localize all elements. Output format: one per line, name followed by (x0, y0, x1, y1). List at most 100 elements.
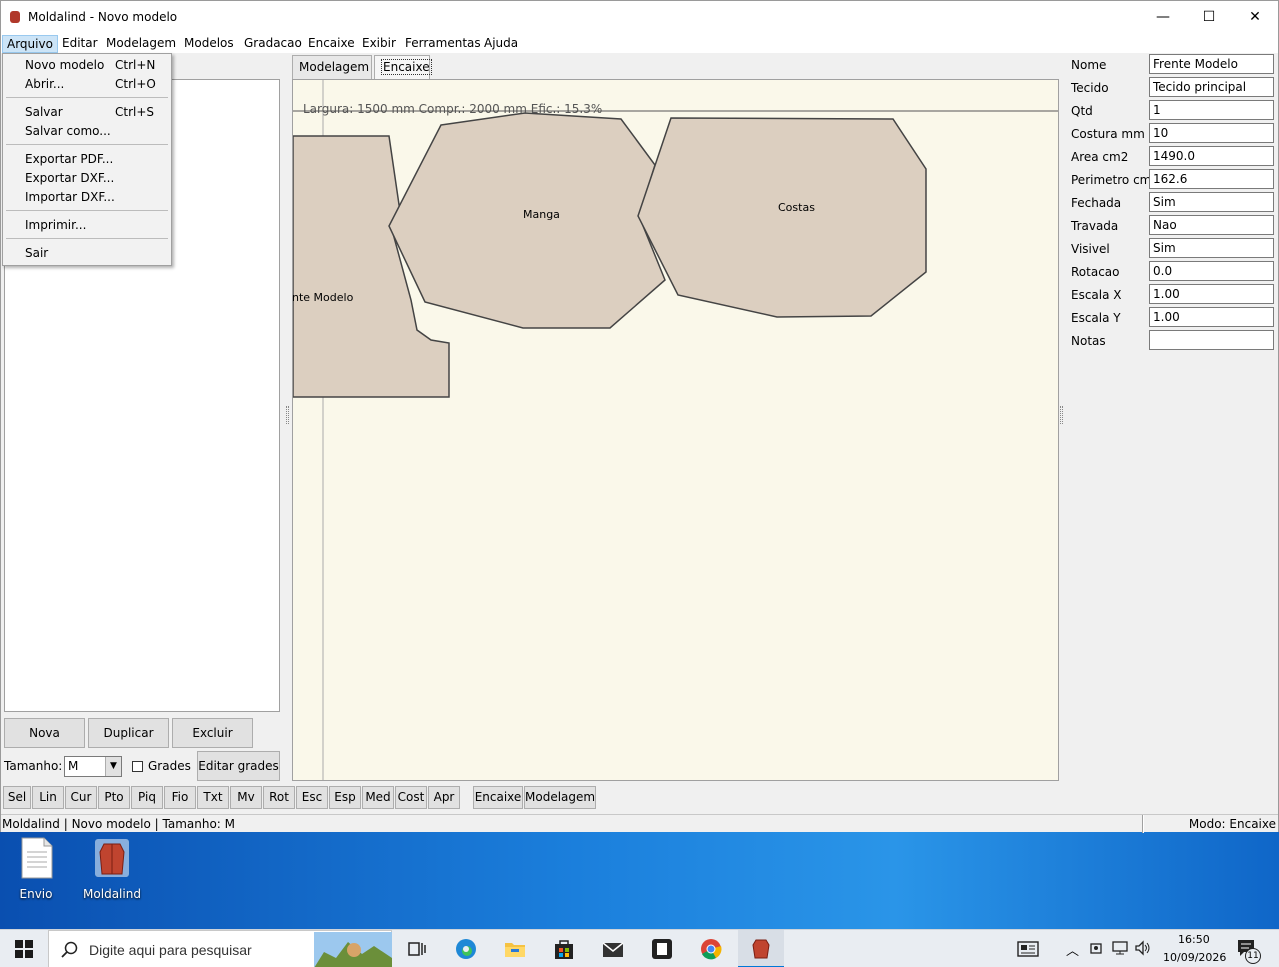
prop-field[interactable] (1149, 330, 1274, 350)
chevron-down-icon[interactable]: ▼ (105, 757, 121, 776)
menu-separator (6, 210, 168, 211)
prop-label: Area cm2 (1071, 150, 1129, 164)
menu-imprimir[interactable]: Imprimir... (3, 216, 171, 235)
nesting-canvas[interactable]: nte Modelo Manga Costas Largura: 1500 mm… (292, 79, 1059, 781)
nova-button[interactable]: Nova (4, 718, 85, 748)
desktop-icon-envio[interactable]: Envio (1, 836, 71, 901)
menu-item-label: Salvar (25, 105, 63, 119)
menu-encaixe[interactable]: Encaixe (304, 35, 359, 53)
minimize-button[interactable]: — (1140, 1, 1186, 33)
tab-encaixe[interactable]: Encaixe (374, 55, 432, 79)
app-square-icon[interactable] (650, 937, 674, 961)
tab-modelagem[interactable]: Modelagem (292, 55, 372, 79)
tool-txt-button[interactable]: Txt (197, 786, 229, 809)
tool-med-button[interactable]: Med (362, 786, 394, 809)
menu-salvar[interactable]: Salvar Ctrl+S (3, 103, 171, 122)
editar-grades-button[interactable]: Editar grades (197, 751, 280, 781)
chrome-icon[interactable] (699, 937, 723, 961)
tool-sel-button[interactable]: Sel (3, 786, 31, 809)
menu-sair[interactable]: Sair (3, 244, 171, 263)
tool-esp-button[interactable]: Esp (329, 786, 361, 809)
tool-modelagem-button[interactable]: Modelagem (524, 786, 596, 809)
meet-now-icon[interactable] (1088, 939, 1106, 957)
prop-field[interactable]: 1.00 (1149, 284, 1274, 304)
mail-icon[interactable] (601, 937, 625, 961)
prop-field[interactable]: Tecido principal (1149, 77, 1274, 97)
prop-field[interactable]: Frente Modelo (1149, 54, 1274, 74)
volume-icon[interactable] (1134, 939, 1152, 957)
clock-time[interactable]: 16:50 (1178, 933, 1210, 946)
desktop-icon-label: Moldalind (83, 887, 141, 901)
title-bar[interactable]: Moldalind - Novo modelo — ☐ ✕ (1, 1, 1278, 33)
menu-exibir[interactable]: Exibir (358, 35, 400, 53)
prop-field[interactable]: 162.6 (1149, 169, 1274, 189)
tool-encaixe-button[interactable]: Encaixe (473, 786, 523, 809)
status-text: Moldalind | Novo modelo | Tamanho: M (2, 817, 236, 831)
menu-abrir[interactable]: Abrir... Ctrl+O (3, 75, 171, 94)
menu-modelagem[interactable]: Modelagem (102, 35, 180, 53)
canvas-drawing: nte Modelo Manga Costas (293, 80, 1058, 780)
right-splitter[interactable] (1060, 406, 1063, 424)
size-select[interactable]: M ▼ (64, 756, 122, 777)
menu-gradacao[interactable]: Gradacao (240, 35, 306, 53)
moldalind-taskbar-icon (752, 939, 770, 959)
search-highlight-image-icon (314, 932, 392, 967)
tool-piq-button[interactable]: Piq (131, 786, 163, 809)
menu-salvar-como[interactable]: Salvar como... (3, 122, 171, 141)
tool-rot-button[interactable]: Rot (263, 786, 295, 809)
close-button[interactable]: ✕ (1232, 1, 1278, 33)
network-icon[interactable] (1111, 939, 1129, 957)
desktop-icon-moldalind[interactable]: Moldalind (77, 836, 147, 901)
left-splitter[interactable] (286, 406, 289, 424)
menu-exportar-dxf[interactable]: Exportar DXF... (3, 169, 171, 188)
prop-field[interactable]: Sim (1149, 192, 1274, 212)
task-view-icon[interactable] (405, 937, 429, 961)
tool-esc-button[interactable]: Esc (296, 786, 328, 809)
menu-item-label: Imprimir... (25, 218, 87, 232)
prop-field[interactable]: 1.00 (1149, 307, 1274, 327)
prop-field[interactable]: 0.0 (1149, 261, 1274, 281)
prop-field[interactable]: 1 (1149, 100, 1274, 120)
tool-pto-button[interactable]: Pto (98, 786, 130, 809)
prop-field[interactable]: 10 (1149, 123, 1274, 143)
chevron-up-icon[interactable]: ︿ (1066, 940, 1079, 959)
piece-costas[interactable] (637, 117, 927, 318)
prop-field[interactable]: 1490.0 (1149, 146, 1274, 166)
news-widget-icon[interactable] (1016, 937, 1040, 961)
tool-cur-button[interactable]: Cur (65, 786, 97, 809)
menu-modelos[interactable]: Modelos (180, 35, 238, 53)
menu-ferramentas[interactable]: Ferramentas (401, 35, 485, 53)
menu-editar[interactable]: Editar (58, 35, 102, 53)
windows-start-icon[interactable] (14, 939, 34, 959)
grades-checkbox[interactable] (132, 761, 143, 772)
edge-browser-icon[interactable] (454, 937, 478, 961)
tool-fio-button[interactable]: Fio (164, 786, 196, 809)
tool-cost-button[interactable]: Cost (395, 786, 427, 809)
prop-label: Fechada (1071, 196, 1122, 210)
notifications-button[interactable]: 11 (1236, 938, 1262, 964)
tool-apr-button[interactable]: Apr (428, 786, 460, 809)
prop-field[interactable]: Sim (1149, 238, 1274, 258)
size-select-value: M (68, 759, 79, 773)
tool-lin-button[interactable]: Lin (32, 786, 64, 809)
clock-date[interactable]: 10/09/2026 (1163, 951, 1226, 964)
menu-exportar-pdf[interactable]: Exportar PDF... (3, 150, 171, 169)
prop-field[interactable]: Nao (1149, 215, 1274, 235)
prop-label: Nome (1071, 58, 1107, 72)
piece-label-costas: Costas (778, 201, 815, 214)
maximize-button[interactable]: ☐ (1186, 1, 1232, 33)
menu-item-label: Exportar PDF... (25, 152, 114, 166)
taskbar-moldalind-active[interactable] (738, 930, 784, 967)
menu-novo-modelo[interactable]: Novo modelo Ctrl+N (3, 56, 171, 75)
file-explorer-icon[interactable] (503, 937, 527, 961)
tool-bar: Sel Lin Cur Pto Piq Fio Txt Mv Rot Esc Esp Med Cost A… (1, 784, 1278, 812)
duplicar-button[interactable]: Duplicar (88, 718, 169, 748)
store-icon[interactable] (552, 937, 576, 961)
menu-item-label: Salvar como... (25, 124, 111, 138)
menu-ajuda[interactable]: Ajuda (480, 35, 522, 53)
tool-mv-button[interactable]: Mv (230, 786, 262, 809)
taskbar-search[interactable]: Digite aqui para pesquisar (48, 930, 392, 967)
menu-arquivo[interactable]: Arquivo (2, 35, 58, 53)
menu-importar-dxf[interactable]: Importar DXF... (3, 188, 171, 207)
excluir-button[interactable]: Excluir (172, 718, 253, 748)
